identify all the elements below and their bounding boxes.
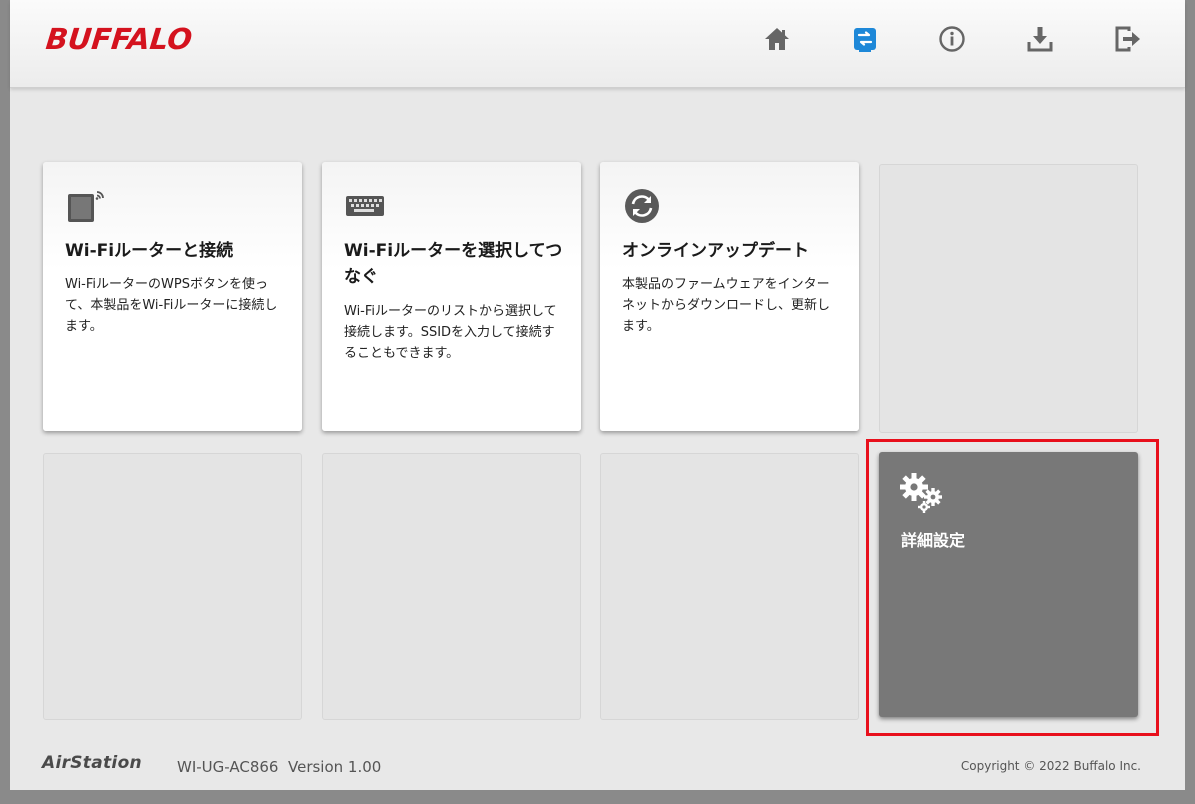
empty-tile	[43, 453, 302, 720]
tile-wps-connect[interactable]: Wi-Fiルーターと接続 Wi-FiルーターのWPSボタンを使って、本製品をWi…	[43, 162, 302, 431]
page-frame: BUFFALO Wi-Fiルーターと接続 Wi-FiルーターのWPSボタンを使っ…	[10, 0, 1185, 790]
refresh-icon	[622, 186, 662, 226]
empty-tile	[600, 453, 859, 720]
home-icon[interactable]	[760, 22, 794, 56]
empty-tile	[879, 164, 1138, 433]
logout-icon[interactable]	[1110, 22, 1144, 56]
tile-title: Wi-Fiルーターと接続	[65, 241, 234, 261]
buffalo-logo[interactable]: BUFFALO	[44, 22, 194, 56]
empty-tile	[322, 453, 581, 720]
wps-router-icon	[65, 186, 105, 226]
download-icon[interactable]	[1023, 22, 1057, 56]
tile-online-update[interactable]: オンラインアップデート 本製品のファームウェアをインターネットからダウンロードし…	[600, 162, 859, 431]
model-version: WI-UG-AC866 Version 1.00	[177, 758, 382, 776]
tile-title: Wi-Fiルーターを選択してつなぐ	[344, 241, 563, 287]
tile-description: Wi-FiルーターのWPSボタンを使って、本製品をWi-Fiルーターに接続します…	[65, 277, 278, 334]
tile-description: 本製品のファームウェアをインターネットからダウンロードし、更新します。	[622, 277, 831, 334]
copyright: Copyright © 2022 Buffalo Inc.	[960, 759, 1141, 773]
airstation-logo: AirStation	[42, 753, 142, 773]
gears-icon	[897, 470, 947, 514]
header-bar: BUFFALO	[10, 0, 1185, 88]
keyboard-icon	[344, 186, 384, 226]
tile-description: Wi-Fiルーターのリストから選択して接続します。SSIDを入力して接続すること…	[344, 304, 557, 361]
tile-select-router[interactable]: Wi-Fiルーターを選択してつなぐ Wi-Fiルーターのリストから選択して接続し…	[322, 162, 581, 431]
wifi-connect-icon[interactable]	[848, 22, 882, 56]
tile-title: オンラインアップデート	[622, 241, 809, 261]
tile-advanced-settings[interactable]: 詳細設定	[879, 452, 1138, 717]
info-icon[interactable]	[935, 22, 969, 56]
tile-title: 詳細設定	[901, 531, 966, 550]
